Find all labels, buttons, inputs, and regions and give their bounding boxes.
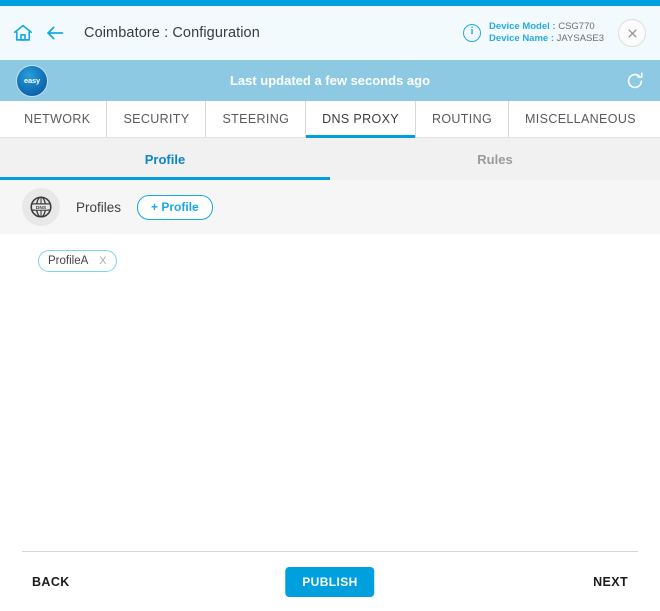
close-icon [627, 28, 637, 38]
tab-network[interactable]: NETWORK [8, 101, 108, 137]
svg-text:DNS: DNS [36, 205, 47, 211]
tab-security-label: SECURITY [123, 112, 190, 126]
back-button[interactable]: BACK [32, 575, 70, 589]
sub-tab-bar: Profile Rules [0, 138, 660, 180]
device-name-label: Device Name : [489, 33, 554, 44]
device-model-value: CSG770 [558, 20, 595, 32]
tab-steering-label: STEERING [222, 112, 290, 126]
dns-globe-icon: DNS [22, 188, 60, 226]
tab-security[interactable]: SECURITY [107, 101, 207, 137]
refresh-icon[interactable] [624, 70, 646, 92]
dns-globe-glyph: DNS [30, 196, 52, 218]
header-device-area: i Device Model : CSG770 Device Name : JA… [463, 19, 646, 47]
sub-tab-rules[interactable]: Rules [330, 138, 660, 180]
device-name-value: JAYSASE3 [556, 33, 604, 44]
app-header: Coimbatore : Configuration i Device Mode… [0, 6, 660, 60]
list-item[interactable]: ProfileA X [38, 250, 117, 272]
profile-chip-list: ProfileA X [0, 234, 660, 514]
profiles-toolbar: DNS Profiles + Profile [0, 180, 660, 234]
device-name-line: Device Name : JAYSASE3 [489, 33, 604, 45]
sub-tab-rules-label: Rules [477, 151, 513, 167]
device-model-line: Device Model : CSG770 [489, 21, 604, 33]
profiles-label: Profiles [76, 199, 122, 215]
tab-miscellaneous-label: MISCELLANEOUS [525, 112, 636, 126]
footer-actions: BACK PUBLISH NEXT [0, 552, 660, 611]
tab-dns-proxy-label: DNS PROXY [322, 112, 399, 126]
tab-steering[interactable]: STEERING [206, 101, 307, 137]
home-icon[interactable] [12, 22, 34, 44]
page-title: Coimbatore : Configuration [84, 25, 260, 41]
remove-chip-icon[interactable]: X [99, 255, 106, 267]
next-button[interactable]: NEXT [593, 575, 628, 589]
sub-tab-profile[interactable]: Profile [0, 138, 330, 180]
main-tab-bar: NETWORK SECURITY STEERING DNS PROXY ROUT… [0, 101, 660, 138]
sub-tab-profile-label: Profile [144, 151, 186, 167]
tab-routing-label: ROUTING [431, 112, 493, 126]
status-banner: easy Last updated a few seconds ago [0, 60, 660, 101]
close-button[interactable] [618, 19, 646, 47]
profile-chip-label: ProfileA [48, 255, 89, 267]
easy-badge-label: easy [24, 76, 40, 85]
info-icon[interactable]: i [463, 24, 482, 42]
footer-bar: BACK PUBLISH NEXT [0, 551, 660, 611]
header-nav-icons [12, 22, 66, 44]
tab-network-label: NETWORK [24, 112, 91, 126]
device-info: Device Model : CSG770 Device Name : JAYS… [489, 21, 604, 45]
easy-badge: easy [16, 64, 48, 97]
arrow-left-icon[interactable] [44, 22, 66, 44]
add-profile-button[interactable]: + Profile [137, 194, 213, 220]
device-model-label: Device Model : [489, 20, 556, 32]
tab-miscellaneous[interactable]: MISCELLANEOUS [509, 101, 652, 137]
last-updated-text: Last updated a few seconds ago [229, 73, 431, 88]
publish-button[interactable]: PUBLISH [285, 566, 375, 597]
tab-dns-proxy[interactable]: DNS PROXY [306, 101, 416, 138]
tab-routing[interactable]: ROUTING [416, 101, 510, 137]
